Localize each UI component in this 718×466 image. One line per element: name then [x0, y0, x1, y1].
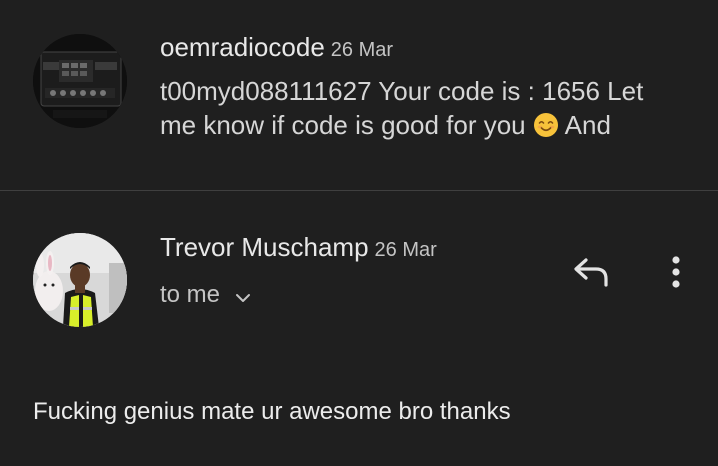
message-header: oemradiocode 26 Mar: [160, 32, 393, 63]
snippet-line-1: t00myd088111627 Your code is : 1656 Let: [160, 76, 644, 106]
message-header: Trevor Muschamp 26 Mar: [160, 232, 437, 263]
snippet-line-2: me know if code is good for you And: [160, 108, 700, 142]
sender-name: oemradiocode: [160, 32, 325, 62]
snippet-text: me know if code is good for you: [160, 110, 526, 140]
message-date: 26 Mar: [330, 39, 394, 61]
reply-icon: [574, 258, 608, 287]
more-options-button[interactable]: [664, 253, 688, 293]
message-snippet: t00myd088111627 Your code is : 1656 Let …: [160, 74, 700, 142]
snippet-tail: And: [564, 110, 611, 140]
smiling-face-emoji-icon: [533, 112, 559, 138]
message-date: 26 Mar: [374, 239, 437, 261]
sender-avatar[interactable]: [33, 233, 127, 327]
sender-name: Trevor Muschamp: [160, 232, 369, 262]
reply-button[interactable]: [572, 254, 612, 290]
sender-avatar: [33, 34, 127, 128]
recipient-label: to me: [160, 281, 221, 308]
chevron-down-icon: [234, 286, 252, 304]
message-body: Fucking genius mate ur awesome bro thank…: [33, 398, 511, 425]
more-vert-icon: [672, 256, 680, 288]
message-divider: [0, 190, 718, 191]
message-summary-oemradiocode[interactable]: oemradiocode 26 Mar t00myd088111627 Your …: [0, 0, 718, 190]
recipient-details-toggle[interactable]: to me: [160, 281, 252, 309]
